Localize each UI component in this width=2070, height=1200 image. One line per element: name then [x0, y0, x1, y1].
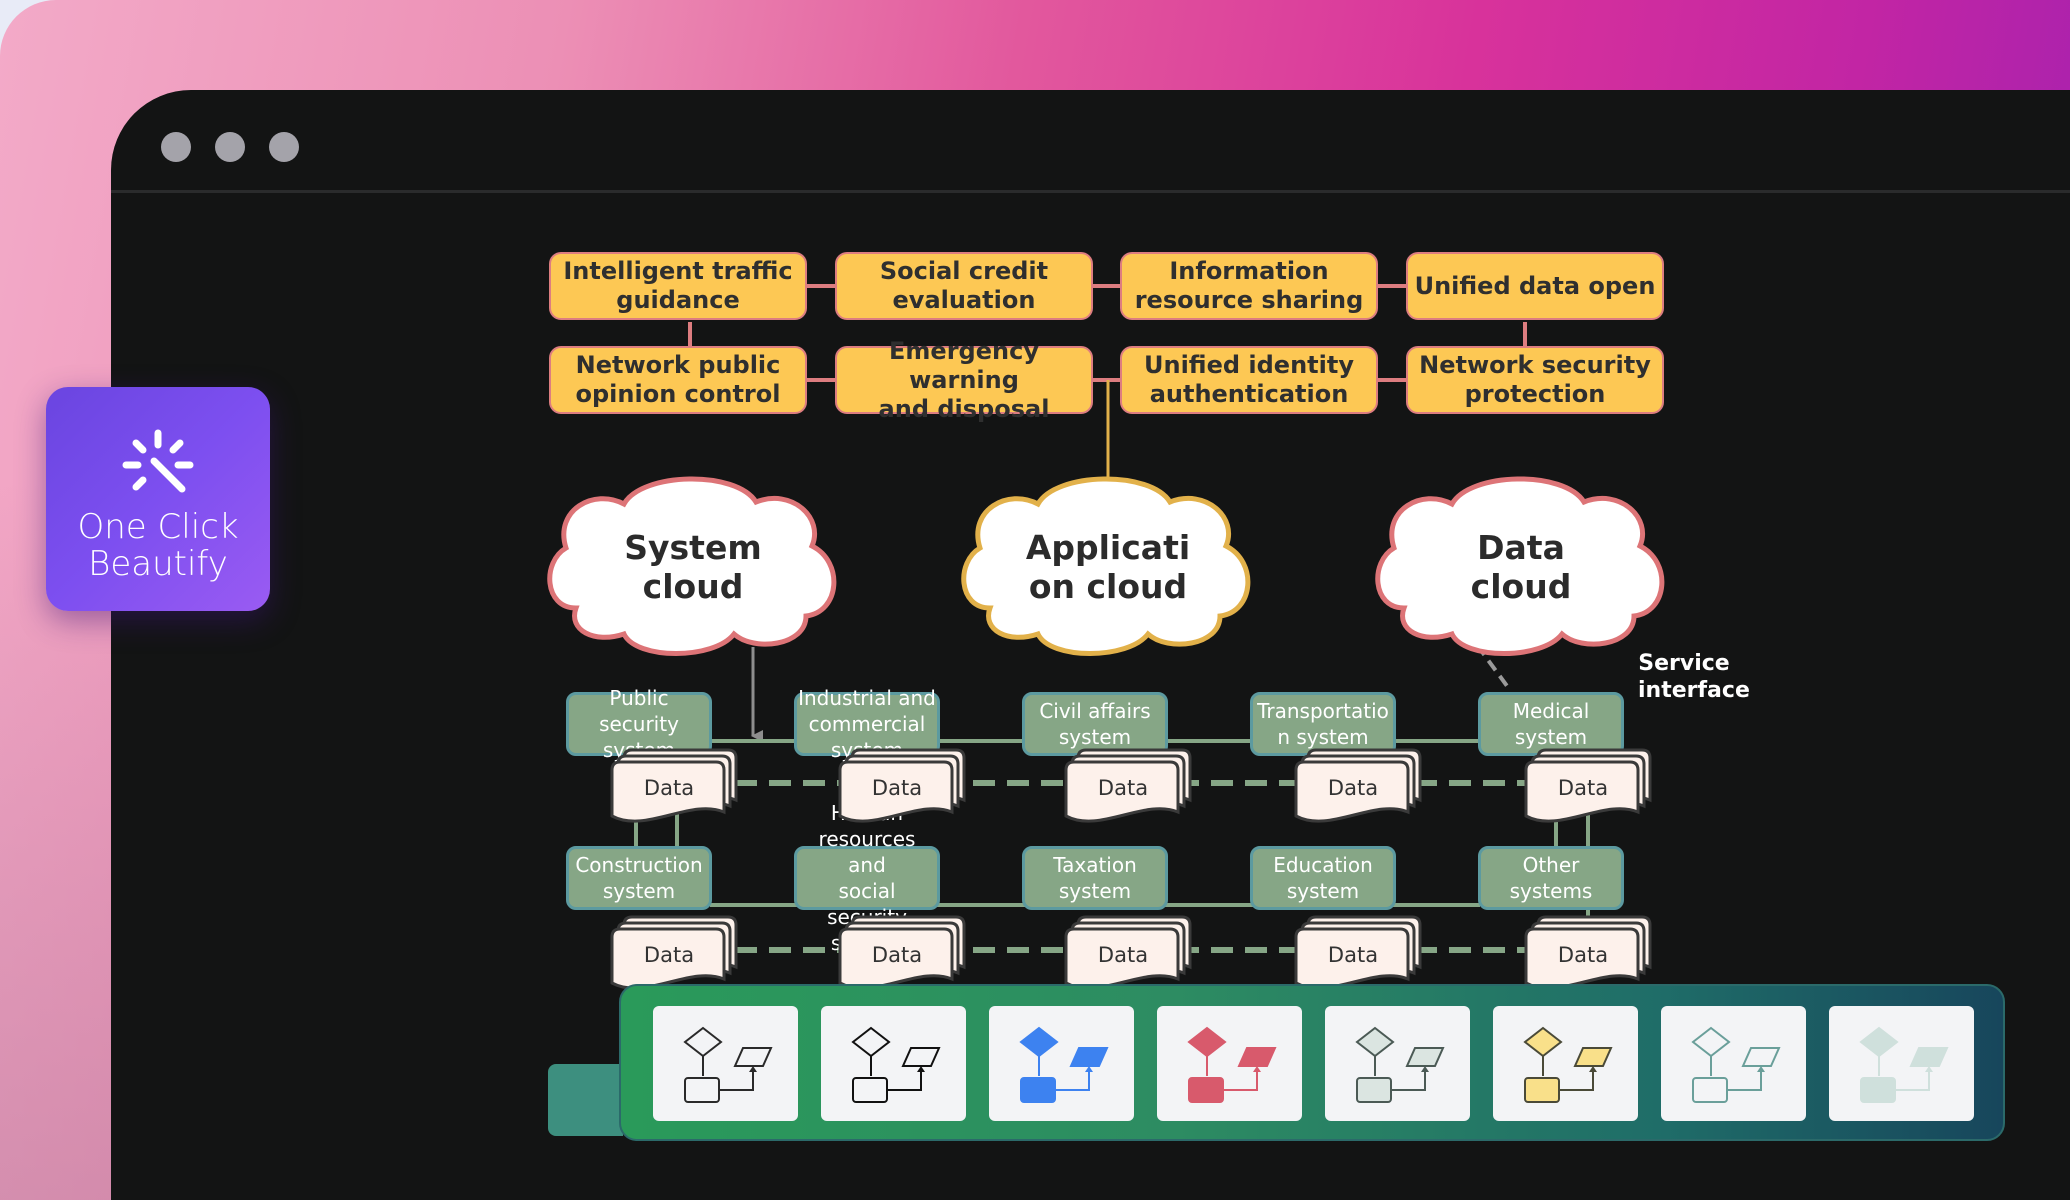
system-box[interactable]: Taxation system [1022, 846, 1168, 910]
system-label: system [1058, 725, 1132, 749]
flowchart-thumbnail-icon [1019, 1026, 1109, 1103]
data-document-label: Data [1327, 776, 1379, 800]
yellow-links [688, 284, 1527, 382]
system-label: social security [827, 879, 907, 929]
system-label: Other [1522, 853, 1580, 877]
box-unified-identity-authentication[interactable]: Unified identity authentication [1120, 346, 1378, 414]
box-social-credit-evaluation[interactable]: Social credit evaluation [835, 252, 1093, 320]
system-box[interactable]: Medical system [1478, 692, 1624, 756]
system-label: Human [830, 801, 904, 825]
flowchart-thumbnail-icon [1523, 1026, 1613, 1103]
box-text: opinion control [575, 380, 781, 408]
system-label: system [830, 738, 904, 762]
system-label: system [1514, 725, 1588, 749]
data-document-label: Data [1097, 943, 1149, 967]
system-label: systems [1509, 879, 1593, 903]
box-text: resource sharing [1134, 286, 1364, 314]
box-text: Information [1169, 257, 1329, 285]
system-label: Medical [1512, 699, 1590, 723]
box-text: and disposal [878, 394, 1050, 423]
magic-wand-sparkle-icon [122, 429, 194, 493]
box-text: guidance [616, 286, 740, 314]
system-box[interactable]: Industrial and commercial system [794, 686, 940, 762]
system-label: Construction [575, 853, 703, 877]
box-text: Unified data open [1414, 271, 1656, 300]
data-document-label: Data [643, 943, 695, 967]
system-box[interactable]: Construction system [566, 846, 712, 910]
flowchart-thumbnail-icon [1187, 1026, 1277, 1103]
cloud-system-label: System cloud [624, 528, 762, 606]
style-preset-style-gray-green[interactable] [1325, 1006, 1470, 1121]
system-label: commercial [808, 712, 926, 736]
system-label: Transportatio [1257, 699, 1389, 723]
flowchart-thumbnail-icon [1355, 1026, 1445, 1103]
box-text: Social credit [879, 257, 1049, 285]
style-preset-style-teal-outline[interactable] [1661, 1006, 1806, 1121]
data-document-label: Data [1557, 776, 1609, 800]
flowchart-thumbnail-icon [683, 1026, 773, 1103]
style-preset-style-outline-light[interactable] [653, 1006, 798, 1121]
system-label: resources and [818, 827, 916, 877]
box-text: Network public [575, 351, 781, 379]
system-box[interactable]: Other systems [1478, 846, 1624, 910]
system-label: system [1286, 879, 1360, 903]
system-label: Public [609, 686, 669, 710]
data-document-label: Data [643, 776, 695, 800]
flowchart-thumbnail-icon [1859, 1026, 1949, 1103]
system-label: system [1058, 879, 1132, 903]
box-intelligent-traffic-guidance[interactable]: Intelligent traffic guidance [549, 252, 807, 320]
toolbar-tab-stub [548, 1064, 623, 1136]
style-presets-toolbar [619, 984, 2005, 1141]
box-network-security-protection[interactable]: Network security protection [1406, 346, 1664, 414]
system-label: n system [1277, 725, 1369, 749]
style-preset-style-yellow[interactable] [1493, 1006, 1638, 1121]
box-emergency-warning-and-disposal[interactable]: Emergency warning and disposal [835, 337, 1093, 423]
style-preset-style-blue[interactable] [989, 1006, 1134, 1121]
system-box[interactable]: Human resources and social security system [794, 801, 940, 955]
cloud-data-label: Data cloud [1470, 528, 1572, 606]
flowchart-thumbnail-icon [1691, 1026, 1781, 1103]
box-information-resource-sharing[interactable]: Information resource sharing [1120, 252, 1378, 320]
box-text: Network security [1419, 351, 1651, 379]
system-label: Taxation [1053, 853, 1137, 877]
service-interface-label: Service interface [1638, 651, 1750, 703]
system-label: system [602, 879, 676, 903]
system-label: security [599, 712, 679, 736]
service-interface-link [1464, 628, 1512, 692]
box-text: protection [1464, 380, 1606, 408]
style-preset-style-red[interactable] [1157, 1006, 1302, 1121]
system-label: Industrial and [798, 686, 936, 710]
cloud-application-label: Applicati on cloud [1025, 528, 1191, 606]
box-text: Emergency warning [889, 336, 1039, 394]
one-click-beautify-button[interactable]: One Click Beautify [46, 387, 270, 611]
badge-label: One Click Beautify [77, 507, 239, 584]
system-box[interactable]: Education system [1250, 846, 1396, 910]
system-label: system [602, 738, 676, 762]
box-unified-data-open[interactable]: Unified data open [1406, 252, 1664, 320]
system-label: Civil affairs [1039, 699, 1151, 723]
system-label: Education [1273, 853, 1373, 877]
data-document-label: Data [1327, 943, 1379, 967]
data-document-label: Data [871, 943, 923, 967]
style-preset-style-mint[interactable] [1829, 1006, 1974, 1121]
box-text: authentication [1149, 380, 1349, 408]
data-document-label: Data [871, 776, 923, 800]
system-box[interactable]: Civil affairs system [1022, 692, 1168, 756]
data-document-label: Data [1097, 776, 1149, 800]
data-document-label: Data [1557, 943, 1609, 967]
box-network-public-opinion-control[interactable]: Network public opinion control [549, 346, 807, 414]
system-box[interactable]: Public security system [566, 686, 712, 762]
box-text: evaluation [892, 286, 1036, 314]
box-text: Unified identity [1144, 351, 1354, 379]
flowchart-thumbnail-icon [851, 1026, 941, 1103]
style-preset-style-outline-bold[interactable] [821, 1006, 966, 1121]
system-box[interactable]: Transportatio n system [1250, 692, 1396, 756]
box-text: Intelligent traffic [563, 257, 793, 285]
